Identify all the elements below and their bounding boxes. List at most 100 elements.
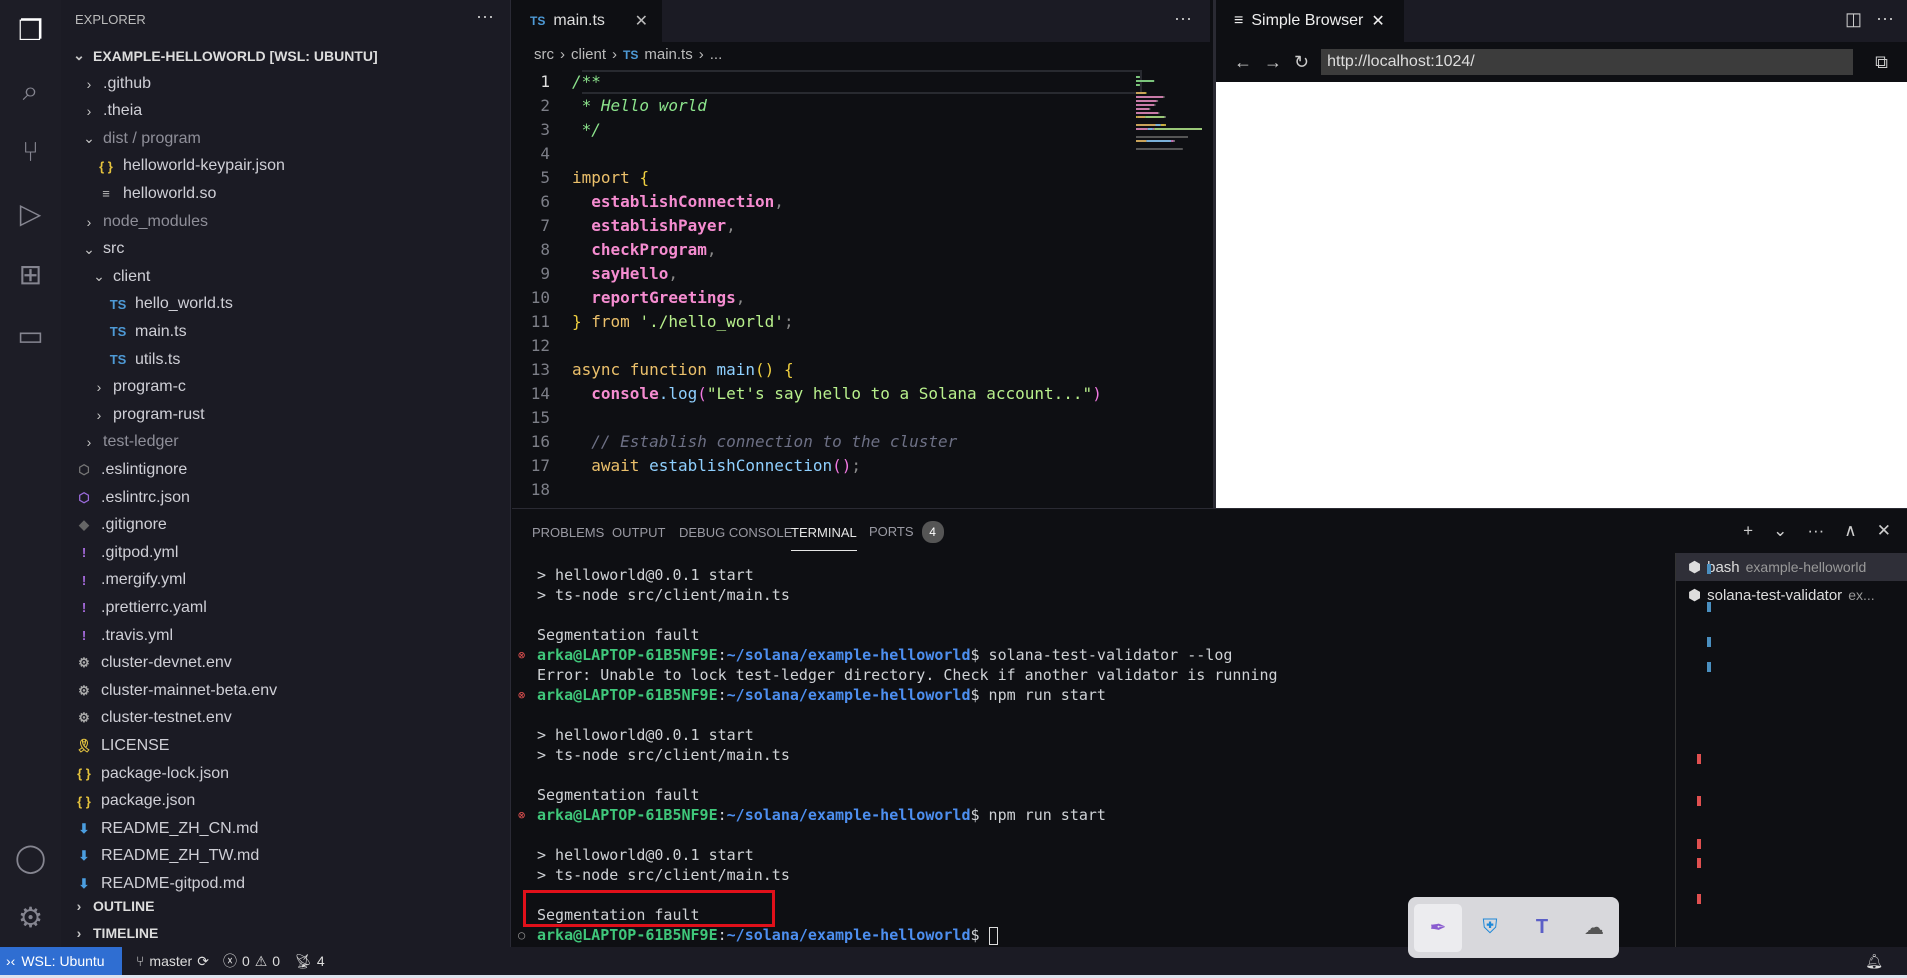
tree-item[interactable]: TS hello_world.ts [61, 291, 510, 318]
tree-item[interactable]: ! .gitpod.yml [61, 539, 510, 566]
tree-item[interactable]: ⚙ cluster-mainnet-beta.env [61, 677, 510, 704]
simple-browser: ≡ Simple Browser ✕ ◫ ··· ← → ↻ ⧉ [1213, 0, 1907, 508]
tree-item[interactable]: › test-ledger [61, 429, 510, 456]
back-icon[interactable]: ← [1234, 52, 1252, 73]
command-failed-icon[interactable]: ⊗ [518, 805, 525, 825]
tree-item[interactable]: ! .prettierrc.yaml [61, 594, 510, 621]
problems-indicator[interactable]: ⓧ 0 ⚠ 0 [223, 951, 280, 971]
code-editor[interactable]: 1/** 2 * Hello world 3 */4 5 import {6 estab… [512, 70, 1132, 506]
text-file-icon: ≡ [102, 186, 110, 202]
remote-indicator[interactable]: ›‹ WSL: Ubuntu [0, 947, 122, 975]
branch-label: master [149, 953, 193, 969]
terminal-output[interactable]: > helloworld@0.0.1 start > ts-node src/cl… [512, 565, 1662, 945]
tree-item[interactable]: ⬇ README_ZH_CN.md [61, 815, 510, 842]
scrollbar-marker [1707, 602, 1711, 612]
prompt-sep: : [717, 806, 727, 824]
tab-terminal[interactable]: TERMINAL [791, 525, 857, 551]
close-icon[interactable]: ✕ [635, 11, 648, 31]
tab-simple-browser[interactable]: ≡ Simple Browser ✕ [1216, 0, 1404, 42]
terminal-dropdown-icon[interactable]: ⌄ [1773, 521, 1787, 541]
prompt-dollar: $ [970, 686, 980, 704]
tree-item[interactable]: ≡ helloworld.so [61, 180, 510, 207]
tree-item[interactable]: { } helloworld-keypair.json [61, 153, 510, 180]
workspace-root[interactable]: ⌄ EXAMPLE-HELLOWORLD [WSL: UBUNTU] [61, 42, 510, 69]
source-control-icon[interactable]: ⑂ [0, 127, 61, 177]
notifications-bell-icon[interactable]: 🔔︎ [1865, 953, 1883, 970]
more-actions-icon[interactable]: ··· [1174, 8, 1192, 29]
tree-item[interactable]: › program-c [61, 374, 510, 401]
close-panel-icon[interactable]: ✕ [1877, 521, 1891, 541]
settings-gear-icon[interactable]: ⚙ [0, 892, 61, 942]
run-debug-icon[interactable]: ▷ [0, 188, 61, 238]
tab-main-ts[interactable]: TS main.ts ✕ [512, 0, 662, 42]
terminal-cwd: ex... [1848, 587, 1875, 603]
command-failed-icon[interactable]: ⊗ [518, 685, 525, 705]
tree-item[interactable]: › .github [61, 70, 510, 97]
tree-item[interactable]: ⚙ cluster-devnet.env [61, 650, 510, 677]
tree-item[interactable]: › node_modules [61, 208, 510, 235]
reload-icon[interactable]: ↻ [1294, 52, 1309, 73]
chevron-right-icon: › [96, 406, 102, 423]
command-idle-icon[interactable]: ○ [518, 925, 525, 945]
explorer-icon[interactable]: ❐ [0, 5, 61, 55]
code-token: reportGreetings [572, 288, 736, 307]
breadcrumb-client[interactable]: client [571, 46, 606, 63]
tree-item[interactable]: › program-rust [61, 401, 510, 428]
line-number: 11 [530, 312, 550, 331]
tree-item[interactable]: ! .travis.yml [61, 622, 510, 649]
tree-item[interactable]: { } package.json [61, 788, 510, 815]
tree-item[interactable]: ⬇ README_ZH_TW.md [61, 843, 510, 870]
breadcrumb-symbol[interactable]: ... [710, 46, 723, 63]
more-actions-icon[interactable]: ··· [1876, 8, 1894, 29]
tab-output[interactable]: OUTPUT [612, 525, 665, 540]
tab-debug-console[interactable]: DEBUG CONSOLE [679, 525, 792, 540]
split-editor-icon[interactable]: ◫ [1845, 9, 1862, 30]
more-actions-icon[interactable]: ··· [476, 6, 494, 27]
new-terminal-icon[interactable]: + [1743, 521, 1753, 541]
tree-item[interactable]: ⌄ dist / program [61, 125, 510, 152]
teams-icon[interactable]: T [1518, 904, 1566, 952]
prompt-path: ~/solana/example-helloworld [726, 926, 971, 944]
url-input[interactable] [1321, 49, 1854, 75]
breadcrumb-src[interactable]: src [534, 46, 554, 63]
tree-item[interactable]: ⬡ .eslintignore [61, 456, 510, 483]
defender-warning-icon[interactable]: ⛨ [1466, 904, 1514, 952]
chevron-right-icon: › [698, 46, 704, 63]
md-file-icon: ⬇ [78, 848, 90, 864]
tree-item[interactable]: ⌄ src [61, 236, 510, 263]
pen-icon[interactable]: ✒ [1414, 903, 1462, 952]
minimap[interactable] [1132, 70, 1202, 250]
ports-indicator[interactable]: 📡︎ 4 [294, 953, 325, 970]
browser-content[interactable] [1216, 82, 1907, 508]
account-icon[interactable]: ◯ [0, 832, 61, 882]
section-outline[interactable]: › OUTLINE [61, 892, 510, 919]
branch-indicator[interactable]: ⑂ master ⟳ [136, 953, 209, 970]
code-token: .log [658, 384, 698, 403]
tab-ports[interactable]: PORTS 4 [869, 521, 944, 543]
section-timeline[interactable]: › TIMELINE [61, 919, 510, 946]
tree-item[interactable]: ! .mergify.yml [61, 567, 510, 594]
sync-icon[interactable]: ⟳ [197, 953, 209, 970]
remote-explorer-icon[interactable]: ▭ [0, 310, 61, 360]
onedrive-icon[interactable]: ☁ [1570, 904, 1618, 952]
tree-item[interactable]: { } package-lock.json [61, 760, 510, 787]
forward-icon[interactable]: → [1264, 52, 1282, 73]
command-failed-icon[interactable]: ⊗ [518, 645, 525, 665]
maximize-panel-icon[interactable]: ∧ [1844, 521, 1856, 541]
tree-item[interactable]: ⚙ cluster-testnet.env [61, 705, 510, 732]
tree-item[interactable]: 🎗︎ LICENSE [61, 732, 510, 759]
more-actions-icon[interactable]: ··· [1807, 521, 1824, 541]
tab-problems[interactable]: PROBLEMS [532, 525, 604, 540]
search-icon[interactable]: ⌕ [0, 66, 61, 116]
extensions-icon[interactable]: ⊞ [0, 249, 61, 299]
tree-item[interactable]: TS utils.ts [61, 346, 510, 373]
tree-item[interactable]: TS main.ts [61, 318, 510, 345]
tree-item[interactable]: ◆ .gitignore [61, 512, 510, 539]
tree-item[interactable]: ⬡ .eslintrc.json [61, 484, 510, 511]
tree-item[interactable]: ⌄ client [61, 263, 510, 290]
open-external-icon[interactable]: ⧉ [1875, 52, 1888, 73]
breadcrumb-file[interactable]: main.ts [644, 46, 692, 63]
tree-item[interactable]: › .theia [61, 98, 510, 125]
close-icon[interactable]: ✕ [1371, 11, 1384, 31]
